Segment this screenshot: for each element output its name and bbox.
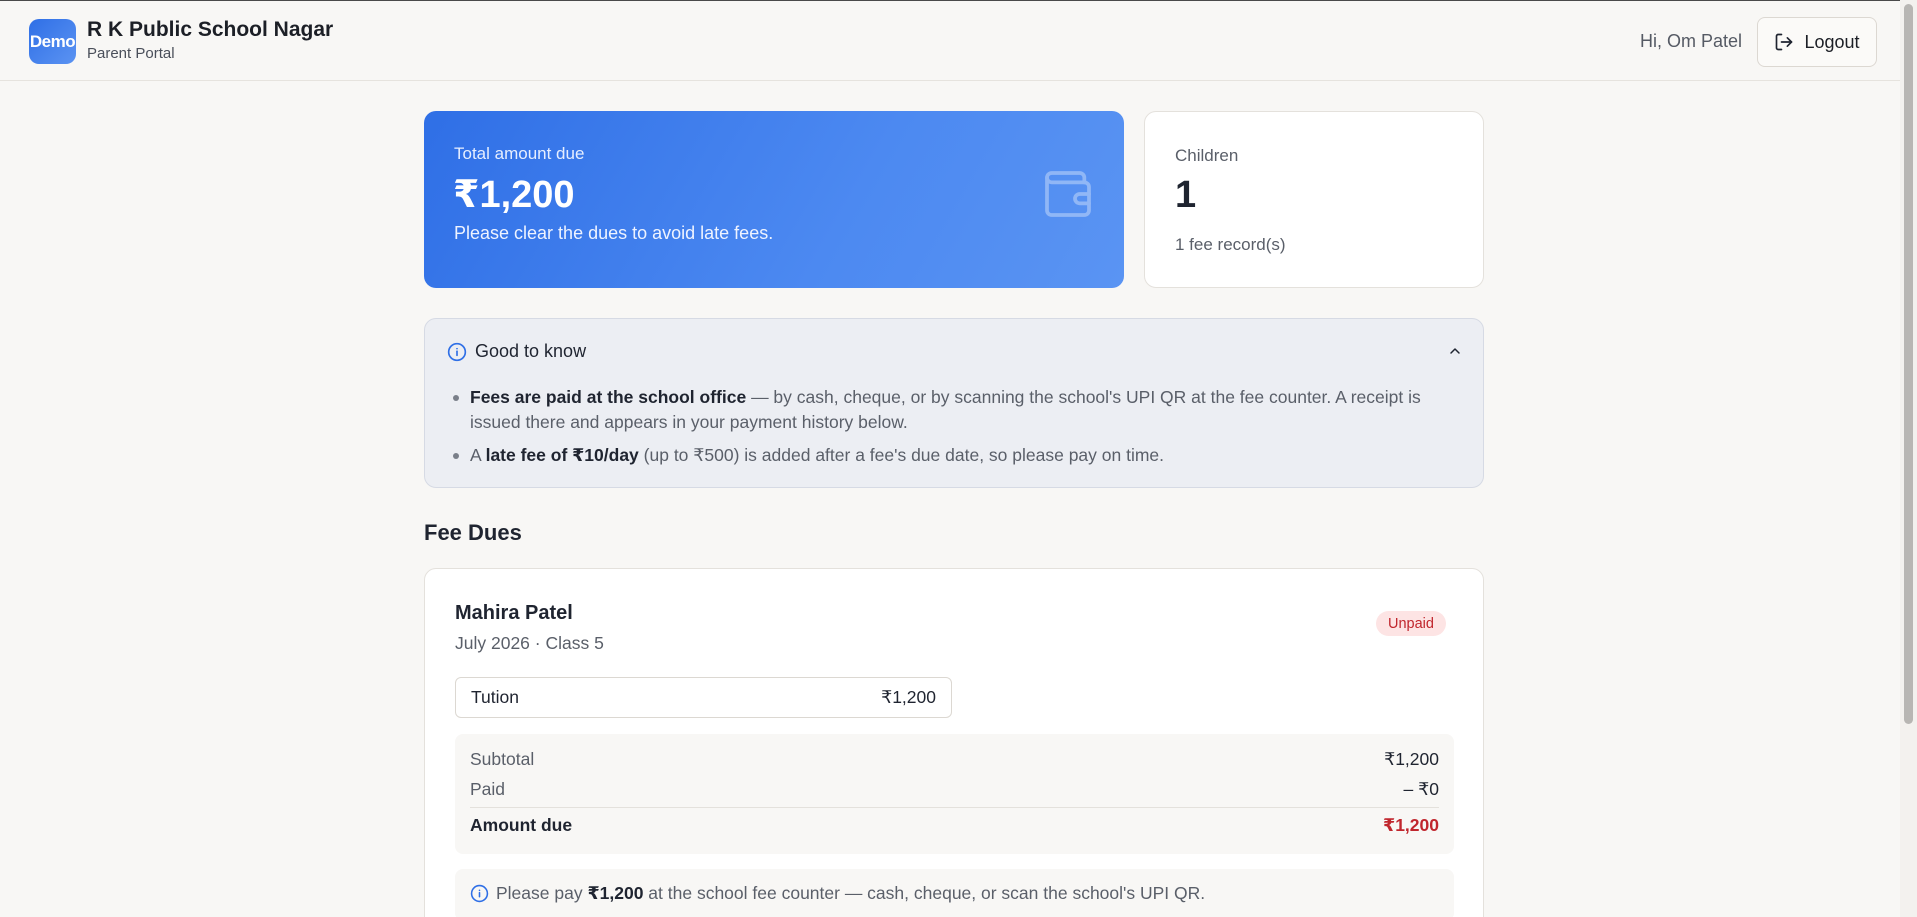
children-card: Children 1 1 fee record(s): [1144, 111, 1484, 288]
wallet-icon: [1045, 171, 1091, 217]
info-icon: [470, 884, 489, 903]
paid-row: Paid – ₹0: [470, 779, 1439, 800]
subtotal-value: ₹1,200: [1384, 749, 1439, 769]
amount-due-row: Amount due ₹1,200: [470, 815, 1439, 836]
total-due-note: Please clear the dues to avoid late fees…: [454, 223, 774, 243]
fee-dues-heading: Fee Dues: [424, 520, 522, 545]
logout-button[interactable]: Logout: [1757, 17, 1877, 67]
student-name: Mahira Patel: [455, 602, 573, 624]
info-item-late-fee-bold: late fee of ₹10/day: [485, 445, 639, 465]
fee-line-item: Tution ₹1,200: [455, 677, 952, 718]
scrollbar-thumb[interactable]: [1904, 4, 1913, 724]
subtotal-row: Subtotal ₹1,200: [470, 749, 1439, 770]
total-due-card: Total amount due ₹1,200 Please clear the…: [424, 111, 1124, 288]
school-logo: Demo: [29, 19, 76, 64]
fee-due-card: Mahira Patel July 2026 · Class 5 Unpaid …: [424, 568, 1484, 917]
payment-note-text: Please pay ₹1,200 at the school fee coun…: [496, 883, 1205, 904]
fee-summary: Subtotal ₹1,200 Paid – ₹0 Amount due ₹1,…: [455, 734, 1454, 854]
info-item-late-fee: A late fee of ₹10/day (up to ₹500) is ad…: [447, 443, 1457, 468]
fee-records-count: 1 fee record(s): [1175, 235, 1286, 254]
total-due-amount: ₹1,200: [453, 174, 575, 216]
logout-label: Logout: [1804, 31, 1860, 52]
info-list: Fees are paid at the school office — by …: [447, 385, 1457, 476]
children-label: Children: [1175, 146, 1239, 165]
logout-icon: [1776, 33, 1793, 51]
chevron-up-icon[interactable]: [1447, 343, 1463, 359]
student-meta: July 2026 · Class 5: [455, 633, 604, 653]
subtotal-label: Subtotal: [470, 749, 535, 769]
total-due-label: Total amount due: [454, 144, 585, 163]
good-to-know-panel: Good to know Fees are paid at the school…: [424, 318, 1484, 488]
good-to-know-title[interactable]: Good to know: [475, 341, 586, 362]
payment-note: Please pay ₹1,200 at the school fee coun…: [455, 869, 1454, 917]
info-icon: [447, 342, 467, 362]
status-badge: Unpaid: [1376, 611, 1446, 636]
summary-divider: [470, 807, 1439, 808]
payment-note-prefix: Please pay: [496, 883, 588, 903]
school-name: R K Public School Nagar: [87, 18, 334, 41]
children-count: 1: [1175, 174, 1197, 216]
payment-note-rest: at the school fee counter — cash, cheque…: [643, 883, 1206, 903]
amount-due-value: ₹1,200: [1383, 815, 1439, 835]
fee-item-label: Tution: [471, 687, 519, 707]
fee-item-amount: ₹1,200: [881, 687, 936, 707]
info-item-payment: Fees are paid at the school office — by …: [447, 385, 1457, 435]
payment-note-amount: ₹1,200: [587, 883, 644, 903]
amount-due-label: Amount due: [470, 815, 573, 835]
info-item-late-fee-text: (up to ₹500) is added after a fee's due …: [638, 445, 1165, 465]
top-header: Demo R K Public School Nagar Parent Port…: [0, 0, 1900, 81]
paid-label: Paid: [470, 779, 506, 799]
page-scrollbar[interactable]: [1900, 0, 1917, 917]
info-item-payment-bold: Fees are paid at the school office: [470, 387, 747, 407]
info-item-late-fee-prefix: A: [470, 445, 486, 465]
paid-value: – ₹0: [1403, 779, 1439, 799]
portal-subtitle: Parent Portal: [87, 45, 175, 62]
user-greeting: Hi, Om Patel: [1640, 31, 1743, 51]
